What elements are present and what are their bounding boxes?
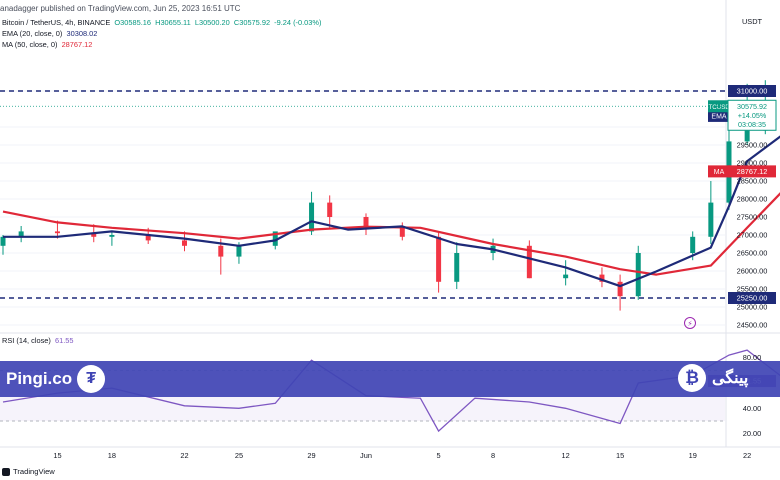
time-tick-label: 22 [743, 451, 751, 460]
low-value: L30500.20 [194, 18, 230, 27]
price-tag-row: 30575.92 [737, 102, 767, 111]
ema-value: 30308.02 [66, 29, 98, 38]
ma-line [2, 192, 780, 276]
price-tick-label: 24500.00 [737, 321, 768, 330]
ma-price-tag: MA 28767.12 [708, 165, 776, 178]
candle-body [690, 236, 696, 253]
publisher-text: anadagger published on TradingView.com, … [0, 4, 241, 13]
price-tick-label: 27000.00 [737, 231, 768, 240]
price-tick-label: 28500.00 [737, 177, 768, 186]
currency-label: USDT [742, 17, 763, 26]
high-value: H30655.11 [155, 18, 191, 27]
candle-body [54, 231, 60, 234]
brand-left-text: Pingi.co [6, 369, 73, 388]
price-tick-label: 26500.00 [737, 249, 768, 258]
chart-header: anadagger published on TradingView.com, … [0, 4, 240, 13]
candles-layer [0, 80, 768, 311]
ema-legend: EMA (20, close, 0) 30308.02 [2, 29, 97, 38]
candle-body [635, 253, 641, 297]
rsi-legend: RSI (14, close) 61.55 [2, 336, 74, 345]
time-tick-label: 25 [235, 451, 243, 460]
horizontal-levels [0, 90, 725, 299]
price-tag-value: 25250.00 [737, 294, 768, 303]
price-tick-label: 29500.00 [737, 141, 768, 150]
symbol-legend: Bitcoin / TetherUS, 4h, BINANCE O30585.1… [2, 18, 321, 27]
brand-left: Pingi.co ₮ [6, 365, 106, 393]
time-tick-label: 5 [437, 451, 441, 460]
candle-body [327, 202, 333, 217]
change-value: -9.24 (-0.03%) [274, 18, 322, 27]
candle-body [563, 274, 569, 279]
brand-right: ₿ پینگی [678, 364, 748, 392]
time-tick-label: 22 [180, 451, 188, 460]
time-tick-label: 12 [562, 451, 570, 460]
candle-body [218, 245, 224, 257]
tradingview-logo: TradingView [2, 467, 55, 476]
ma-label: MA (50, close, 0) [2, 40, 58, 49]
price-tag-value: 31000.00 [737, 87, 768, 96]
chart-canvas: USDT31000.0030000.0029500.0029000.002850… [0, 0, 780, 460]
candle-body [399, 227, 405, 237]
brand-banner [0, 361, 780, 397]
price-tick-label: 26000.00 [737, 267, 768, 276]
price-tag-value: 28767.12 [737, 167, 768, 176]
time-tick-label: 15 [616, 451, 624, 460]
price-labels: 31000.0025250.00EMA30308.02MA28767.12BTC… [0, 85, 777, 388]
time-tick-label: 19 [689, 451, 697, 460]
candle-body [109, 235, 115, 237]
candle-body [436, 236, 442, 282]
candle-body [309, 202, 315, 232]
tether-icon: ₮ [77, 365, 106, 393]
candle-body [454, 253, 460, 282]
price-tag-row: 03:08:35 [738, 120, 766, 129]
close-value: C30575.92 [233, 18, 271, 27]
time-tick-label: 29 [307, 451, 315, 460]
price-tag-row: +14.05% [738, 111, 767, 120]
candle-body [182, 240, 187, 246]
brand-right-text: پینگی [712, 370, 749, 387]
tradingview-icon [2, 467, 10, 476]
resistance-price-tag: 31000.00 [728, 85, 776, 97]
symbol-text: Bitcoin / TetherUS, 4h, BINANCE [2, 18, 111, 27]
candle-body [708, 202, 714, 237]
time-tick-label: 15 [53, 451, 61, 460]
rsi-tick-label: 20.00 [743, 429, 762, 438]
indicator-lines [2, 135, 780, 288]
time-tick-label: 18 [108, 451, 116, 460]
candle-body [0, 236, 6, 246]
price-tick-label: 27500.00 [737, 213, 768, 222]
ema-label: EMA (20, close, 0) [2, 29, 63, 38]
open-value: O30585.16 [114, 18, 151, 27]
lightning-glyph: ⚡ [687, 319, 692, 328]
rsi-tick-label: 40.00 [743, 404, 762, 413]
ma-value: 28767.12 [61, 40, 93, 49]
candle-body [617, 281, 623, 297]
ma-legend: MA (50, close, 0) 28767.12 [2, 40, 92, 49]
price-tag-name: MA [714, 169, 725, 176]
price-tag-name: EMA [711, 114, 727, 121]
support-price-tag: 25250.00 [728, 292, 776, 304]
tradingview-text: TradingView [13, 467, 55, 476]
time-tick-label: 8 [491, 451, 495, 460]
time-tick-label: Jun [360, 451, 372, 460]
candle-body [236, 245, 242, 257]
rsi-label: RSI (14, close) [2, 336, 51, 345]
bitcoin-icon: ₿ [678, 364, 706, 392]
ema-line [3, 135, 780, 288]
price-tick-label: 28000.00 [737, 195, 768, 204]
rsi-value-text: 61.55 [55, 336, 74, 345]
